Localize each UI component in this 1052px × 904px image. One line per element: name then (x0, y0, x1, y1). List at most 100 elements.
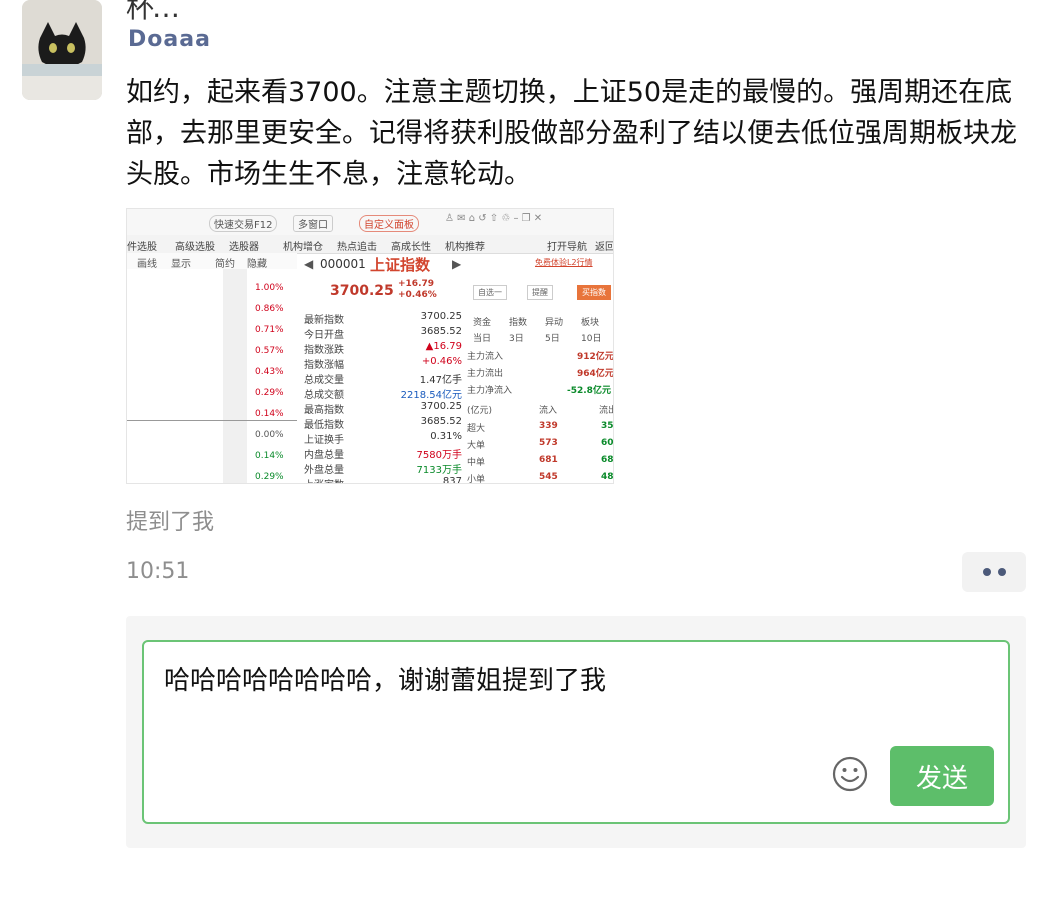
embedded-period-tab: 当日 (473, 334, 492, 344)
embedded-menu-item: 件选股 (127, 242, 157, 253)
embedded-stat-value: 3685.52 (420, 416, 462, 427)
embedded-menu-item: 高级选股 (175, 242, 215, 253)
embedded-quick-trade: 快速交易F12 (209, 215, 278, 232)
embedded-multi-window: 多窗口 (293, 215, 333, 232)
embedded-pct-label: 0.14% (255, 409, 284, 419)
mention-notice: 提到了我 (126, 510, 215, 535)
embedded-watchlist-button: 自选一 (473, 285, 507, 300)
embedded-stat-value: 3685.52 (420, 326, 462, 337)
embedded-period-tab: 3日 (509, 334, 524, 344)
embedded-period-tab: 5日 (545, 334, 560, 344)
embedded-change: +16.79 (398, 279, 435, 289)
embedded-table-label: 大单 (467, 441, 486, 451)
embedded-table-label: 超大 (467, 424, 486, 434)
embedded-table-in: 339 (539, 421, 558, 431)
avatar[interactable] (22, 0, 102, 100)
embedded-stat-label: 内盘总量 (304, 450, 344, 461)
embedded-toolbar: 快速交易F12 多窗口 自定义面板 ♙ ✉ ⌂ ↺ ⇧ ♲ – ❐ ✕ (127, 209, 613, 236)
embedded-period-tab: 10日 (581, 334, 602, 344)
embedded-pct-label: 0.71% (255, 325, 284, 335)
embedded-fund-tab: 指数 (509, 318, 528, 328)
embedded-stat-value: 3700.25 (420, 311, 462, 322)
embedded-alert-button: 提醒 (527, 285, 553, 300)
embedded-price: 3700.25 (330, 283, 394, 299)
embedded-stat-label: 总成交量 (304, 375, 344, 386)
more-options-button[interactable] (962, 552, 1026, 592)
embedded-stat-label: 上涨家数 (304, 476, 344, 483)
embedded-quote-panel: ◀ 000001 上证指数 ▶ 3700.25 +16.79 +0.46% 最新… (302, 253, 462, 483)
embedded-table-out: 68 (601, 455, 614, 465)
embedded-custom-panel: 自定义面板 (359, 215, 419, 232)
embedded-fund-tab: 板块 (581, 318, 600, 328)
embedded-flow-value: 912亿元 (577, 352, 614, 362)
embedded-pct-label: 0.43% (255, 367, 284, 377)
embedded-stat-label: 指数涨幅 (304, 360, 344, 371)
reply-composer: 哈哈哈哈哈哈哈哈，谢谢蕾姐提到了我 发送 (126, 616, 1026, 848)
embedded-stat-label: 今日开盘 (304, 330, 344, 341)
message-body: 如约，起来看3700。注意主题切换，上证50是走的最慢的。强周期还在底部，去那里… (126, 77, 1017, 190)
reply-input[interactable]: 哈哈哈哈哈哈哈哈，谢谢蕾姐提到了我 发送 (142, 640, 1010, 824)
embedded-subtab: 简约 (215, 259, 235, 270)
embedded-stat-label: 外盘总量 (304, 465, 344, 476)
embedded-pct-label: 0.14% (255, 451, 284, 461)
embedded-stat-label: 最低指数 (304, 420, 344, 431)
attached-screenshot[interactable]: 快速交易F12 多窗口 自定义面板 ♙ ✉ ⌂ ↺ ⇧ ♲ – ❐ ✕ 件选股 … (126, 208, 614, 484)
embedded-table-out: 60 (601, 438, 614, 448)
sender-username[interactable]: Doaaa (128, 27, 211, 52)
embedded-stat-value: 1.47亿手 (419, 375, 462, 386)
embedded-menu-item: 热点追击 (337, 242, 377, 253)
embedded-table-label: 中单 (467, 458, 486, 468)
embedded-pct-label: 0.86% (255, 304, 284, 314)
embedded-flow-value: -52.8亿元 (567, 386, 611, 396)
embedded-table-header: (亿元) (467, 406, 493, 416)
embedded-table-header: 流出 (599, 406, 613, 416)
embedded-next-arrow-icon: ▶ (452, 257, 462, 271)
embedded-fund-tab: 资金 (473, 318, 492, 328)
embedded-stat-value: 7133万手 (416, 465, 462, 476)
embedded-window-icons: ♙ ✉ ⌂ ↺ ⇧ ♲ – ❐ ✕ (445, 213, 543, 224)
embedded-volume-bar (223, 269, 247, 483)
embedded-table-header: 流入 (539, 406, 558, 416)
embedded-subtab: 显示 (171, 259, 191, 270)
truncated-header-text: 杯… (126, 0, 180, 24)
embedded-stat-label: 总成交额 (304, 390, 344, 401)
embedded-table-in: 545 (539, 472, 558, 482)
embedded-prev-arrow-icon: ◀ (304, 257, 314, 271)
embedded-subtab: 隐藏 (247, 259, 267, 270)
embedded-table-in: 681 (539, 455, 558, 465)
embedded-subtab: 画线 (137, 259, 157, 270)
embedded-buy-index-button: 买指数 (577, 285, 611, 300)
embedded-table-in: 573 (539, 438, 558, 448)
embedded-stat-label: 上证换手 (304, 435, 344, 446)
embedded-stat-label: 最新指数 (304, 315, 344, 326)
send-button[interactable]: 发送 (890, 746, 994, 806)
embedded-change-pct: +0.46% (398, 290, 437, 300)
embedded-menu-item: 选股器 (229, 242, 259, 253)
embedded-flow-label: 主力流出 (467, 369, 504, 379)
embedded-flow-value: 964亿元 (577, 369, 614, 379)
embedded-menu: 件选股 高级选股 选股器 机构增仓 热点追击 高成长性 机构推荐 打开导航 返回 (127, 235, 613, 254)
embedded-table-out: 48 (601, 472, 614, 482)
embedded-menu-item: 打开导航 (547, 242, 587, 253)
embedded-fund-tab: 异动 (545, 318, 564, 328)
embedded-pct-label: 0.57% (255, 346, 284, 356)
reply-input-value[interactable]: 哈哈哈哈哈哈哈哈，谢谢蕾姐提到了我 (164, 660, 606, 697)
embedded-pct-label: 1.00% (255, 283, 284, 293)
embedded-table-out: 35 (601, 421, 614, 431)
embedded-table-label: 小单 (467, 475, 486, 484)
dot-icon (997, 568, 1006, 576)
embedded-flow-label: 主力净流入 (467, 386, 513, 396)
message-timestamp: 10:51 (126, 559, 190, 584)
embedded-flow-label: 主力流入 (467, 352, 504, 362)
emoji-icon[interactable] (832, 756, 868, 792)
embedded-stat-value: 7580万手 (416, 450, 462, 461)
embedded-pct-label: 0.00% (255, 430, 284, 440)
embedded-pct-label: 0.29% (255, 388, 284, 398)
dot-icon (982, 568, 991, 576)
embedded-pct-label: 0.29% (255, 472, 284, 482)
embedded-intraday-chart: 1.00% 0.86% 0.71% 0.57% 0.43% 0.29% 0.14… (127, 269, 297, 483)
embedded-stat-value: 0.31% (430, 431, 462, 442)
embedded-stock-name: 上证指数 (370, 256, 431, 274)
embedded-stat-value: 2218.54亿元 (400, 390, 462, 401)
embedded-menu-item: 高成长性 (391, 242, 431, 253)
